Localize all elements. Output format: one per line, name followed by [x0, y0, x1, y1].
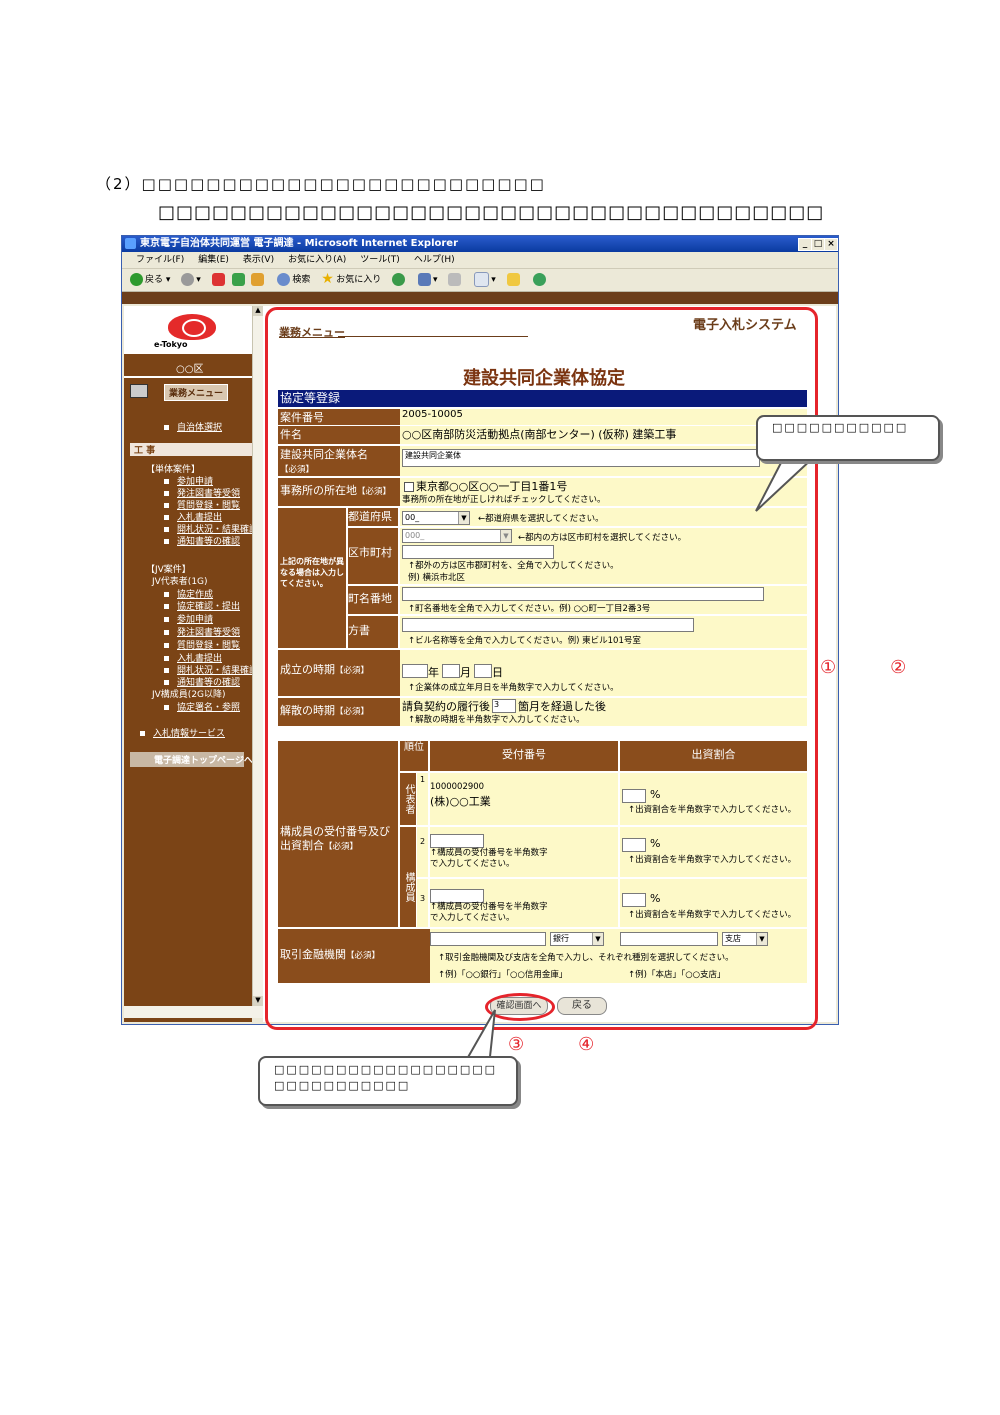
jv-member-label: JV構成員(2G以降) [152, 690, 226, 700]
bullet-icon [164, 592, 169, 597]
scroll-up-arrow-icon[interactable]: ▲ [253, 306, 263, 316]
messenger-button[interactable] [532, 269, 548, 291]
home-button[interactable] [251, 269, 266, 291]
search-icon [277, 273, 291, 286]
back-arrow-icon [130, 273, 143, 286]
top-page-button[interactable]: 電子調達トップページへ [130, 752, 253, 767]
label-a: ① ② [820, 657, 907, 678]
forward-arrow-icon [181, 273, 195, 286]
org-divider [124, 376, 252, 378]
messenger-icon [532, 273, 546, 286]
bullet-icon [164, 705, 169, 710]
menu-edit[interactable]: 編集(E) [198, 255, 229, 265]
sidebar-item-jv-3[interactable]: 発注図書等受領 [164, 625, 240, 638]
maximize-button[interactable]: □ [811, 238, 825, 251]
back-button[interactable]: 戻る ▾ [130, 269, 170, 291]
stop-icon [211, 273, 225, 286]
folder-icon [506, 273, 520, 286]
jv-rep-label: JV代表者(1G) [152, 577, 208, 587]
doc-heading-text: □□□□□□□□□□□□□□□□□□□□□□□□□ [141, 175, 546, 193]
toolbar: 戻る ▾ ▾ 検索 ★ お気に入り ▾ ▾ [122, 269, 838, 292]
header-stripe [122, 292, 838, 304]
menu-bar: ファイル(F) 編集(E) 表示(V) お気に入り(A) ツール(T) ヘルプ(H) [122, 252, 838, 269]
history-button[interactable] [392, 269, 407, 291]
callout-right: □□□□□□□□□□□ [756, 415, 940, 461]
menu-file[interactable]: ファイル(F) [136, 255, 184, 265]
bullet-icon [164, 425, 169, 430]
sidebar-item-municipality[interactable]: 自治体選択 [164, 420, 222, 433]
window-title: 東京電子自治体共同運営 電子調達 - Microsoft Internet Ex… [140, 238, 459, 249]
doc-heading: （2）□□□□□□□□□□□□□□□□□□□□□□□□□ [96, 173, 546, 194]
callout-bottom-line2: □□□□□□□□□□□ [274, 1079, 411, 1092]
menu-help[interactable]: ヘルプ(H) [414, 255, 455, 265]
bullet-icon [164, 515, 169, 520]
doc-heading-number: （2） [96, 175, 142, 193]
doc-subheading: □□□□□□□□□□□□□□□□□□□□□□□□□□□□□□□□□□□□□ [158, 202, 825, 223]
word-icon [474, 272, 490, 287]
refresh-icon [231, 273, 245, 286]
logo-area: e-Tokyo [124, 306, 252, 354]
bullet-icon [164, 491, 169, 496]
mail-button[interactable]: ▾ [417, 269, 438, 291]
bullet-icon [164, 643, 169, 648]
menu-title: 業務メニュー [164, 384, 229, 401]
print-icon [448, 273, 462, 286]
sidebar-item-jv-2[interactable]: 参加申請 [164, 612, 213, 625]
stop-button[interactable] [211, 269, 227, 291]
label-b: ③ ④ [508, 1034, 595, 1055]
bullet-icon [164, 630, 169, 635]
bullet-icon [164, 680, 169, 685]
bullet-icon [164, 539, 169, 544]
sidebar-item-jv-member[interactable]: 協定署名・参照 [164, 700, 240, 713]
menu-view[interactable]: 表示(V) [243, 255, 274, 265]
menu-favorites[interactable]: お気に入り(A) [288, 255, 346, 265]
ie-icon [125, 238, 136, 249]
close-button[interactable]: × [824, 238, 838, 251]
logo-text: e-Tokyo [154, 340, 188, 349]
menu-tools[interactable]: ツール(T) [360, 255, 400, 265]
bullet-icon [164, 503, 169, 508]
highlight-frame [265, 307, 818, 1030]
sidebar-item-jv-4[interactable]: 質問登録・閲覧 [164, 638, 240, 651]
home-icon [251, 273, 265, 286]
bullet-icon [164, 668, 169, 673]
sidebar-item-single-5[interactable]: 通知書等の確認 [164, 534, 240, 547]
star-icon: ★ [321, 271, 334, 287]
callout-right-pointer [755, 455, 817, 512]
left-frame-scrollbar[interactable]: ▲ ▼ [252, 306, 263, 1006]
forward-button[interactable]: ▾ [181, 269, 201, 291]
org-name: ○○区 [176, 364, 204, 375]
history-icon [392, 273, 406, 286]
scroll-down-arrow-icon[interactable]: ▼ [253, 996, 263, 1006]
bullet-icon [140, 731, 145, 736]
bullet-icon [164, 479, 169, 484]
side-nav: ○○区 業務メニュー 自治体選択 工 事 【単体案件】 参加申請 発注図書等受領… [124, 354, 258, 1022]
left-frame: e-Tokyo ○○区 業務メニュー 自治体選択 工 事 【単体案件】 参加申請… [124, 306, 258, 1022]
callout-bottom-line1: □□□□□□□□□□□□□□□□□□ [274, 1063, 498, 1076]
minimize-button[interactable]: _ [798, 238, 812, 251]
bullet-icon [164, 604, 169, 609]
search-button[interactable]: 検索 [277, 269, 310, 291]
computer-icon [130, 384, 148, 398]
sidebar-item-jv-1[interactable]: 協定確認・提出 [164, 599, 240, 612]
word-button[interactable]: ▾ [474, 269, 496, 291]
section-works: 工 事 [130, 443, 252, 456]
folder-button[interactable] [506, 269, 522, 291]
sidebar-item-bid-info[interactable]: 入札情報サービス [140, 726, 225, 739]
left-frame-hscrollbar[interactable] [124, 1006, 264, 1018]
title-bar: 東京電子自治体共同運営 電子調達 - Microsoft Internet Ex… [122, 236, 838, 252]
bullet-icon [164, 656, 169, 661]
bullet-icon [164, 527, 169, 532]
logo-figures-icon [182, 319, 206, 337]
refresh-button[interactable] [231, 269, 247, 291]
mail-icon [417, 273, 431, 286]
print-button[interactable] [448, 269, 463, 291]
favorites-button[interactable]: ★ お気に入り [321, 269, 381, 291]
callout-bottom: □□□□□□□□□□□□□□□□□□ □□□□□□□□□□□ [258, 1056, 518, 1106]
callout-right-text: □□□□□□□□□□□ [772, 421, 909, 434]
bullet-icon [164, 617, 169, 622]
